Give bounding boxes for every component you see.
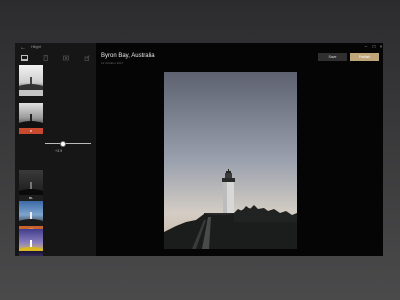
- editor-area: Byron Bay, Australia 12 October 2017 – □…: [96, 43, 383, 256]
- photo-preview[interactable]: [164, 72, 297, 249]
- filter-thumbnail[interactable]: LY: [19, 201, 43, 232]
- back-button[interactable]: ←: [20, 44, 26, 52]
- lighthouse-photo: [164, 72, 297, 249]
- intensity-slider-handle[interactable]: [60, 141, 66, 147]
- share-icon[interactable]: [82, 54, 91, 61]
- adjust-icon[interactable]: [41, 54, 50, 61]
- close-button[interactable]: ×: [377, 44, 383, 50]
- intensity-slider[interactable]: [45, 143, 91, 144]
- filter-thumbnail[interactable]: [19, 65, 43, 96]
- filter-thumbnail[interactable]: B: [19, 103, 43, 134]
- minimize-button[interactable]: –: [362, 44, 370, 50]
- app-window: ← Hilight B BL +3.9 Byron Bay, Australia…: [15, 43, 383, 256]
- filter-thumbnail[interactable]: [19, 251, 43, 256]
- publish-button[interactable]: Publish: [350, 53, 379, 61]
- filter-thumbnail-selected[interactable]: BL: [19, 170, 43, 201]
- sidebar: ← Hilight B BL +3.9: [15, 43, 96, 256]
- photo-date: 12 October 2017: [101, 61, 124, 65]
- save-button[interactable]: Save: [318, 53, 347, 61]
- filter-icon[interactable]: [61, 54, 70, 61]
- thumbnail-tag: [19, 90, 43, 96]
- photo-title: Byron Bay, Australia: [101, 53, 155, 59]
- intensity-value: +3.9: [55, 149, 63, 153]
- app-title: Hilight: [31, 45, 41, 49]
- crop-icon[interactable]: [20, 54, 29, 61]
- thumbnail-tag: B: [19, 128, 43, 134]
